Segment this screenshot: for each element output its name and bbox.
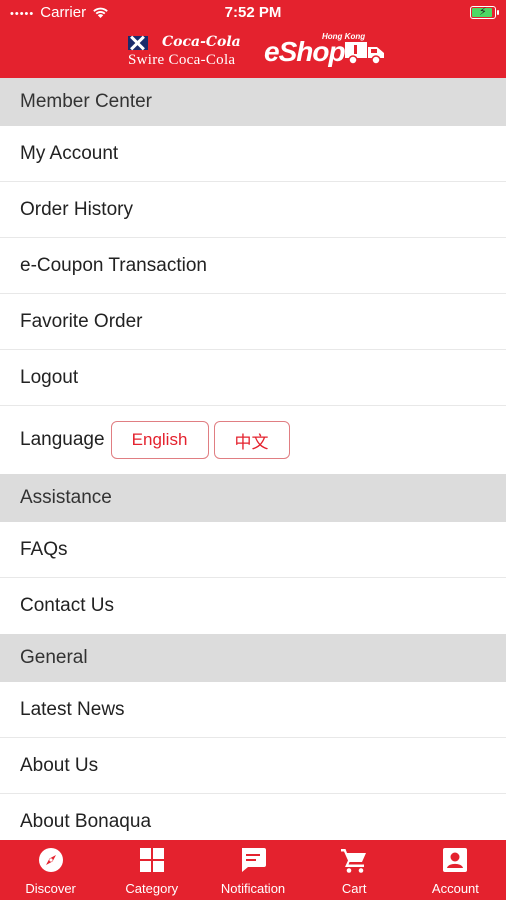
tab-label-category: Category [125,881,179,896]
status-bar: ••••• Carrier 7:52 PM ⚡ [0,0,506,26]
section-header-general: General [0,634,506,682]
language-english-button[interactable]: English [110,421,209,459]
compass-icon [38,848,63,872]
eshop-wordmark: eShop [264,36,346,67]
menu-list[interactable]: Member Center My Account Order History e… [0,78,506,840]
coca-cola-wordmark: Coca-Cola [162,34,241,50]
delivery-truck-icon [345,42,384,65]
language-chinese-button[interactable]: 中文 [213,421,290,459]
menu-item-favorite-order[interactable]: Favorite Order [0,294,506,350]
tab-label-notification: Notification [220,881,286,896]
menu-item-e-coupon-transaction[interactable]: e-Coupon Transaction [0,238,506,294]
section-header-assistance: Assistance [0,474,506,522]
tab-label-discover: Discover [25,881,76,896]
menu-item-latest-news[interactable]: Latest News [0,682,506,738]
language-row: Language English 中文 [0,406,506,474]
menu-item-about-us[interactable]: About Us [0,738,506,794]
battery-icon: ⚡ [470,6,499,19]
menu-item-about-bonaqua[interactable]: About Bonaqua [0,794,506,840]
menu-item-contact-us[interactable]: Contact Us [0,578,506,634]
status-time: 7:52 PM [224,4,282,21]
cart-icon [341,849,367,873]
app-header: ••••• Carrier 7:52 PM ⚡ Coca-Cola Swire … [0,0,506,78]
tab-cart[interactable]: Cart [304,840,405,900]
menu-item-faqs[interactable]: FAQs [0,522,506,578]
eshop-logo: Hong Kong eShop [264,32,388,72]
bottom-tab-bar: Discover Category Notification Cart Acco… [0,840,506,900]
charging-bolt-icon: ⚡ [479,6,487,18]
language-label: Language [20,429,105,450]
tab-category[interactable]: Category [101,840,202,900]
swire-flag-icon [128,36,148,50]
tab-label-cart: Cart [341,881,367,896]
tab-account[interactable]: Account [405,840,506,900]
swire-coca-cola-logo: Coca-Cola Swire Coca-Cola [128,34,250,70]
grid-icon [139,848,164,872]
menu-item-my-account[interactable]: My Account [0,126,506,182]
menu-item-order-history[interactable]: Order History [0,182,506,238]
tab-discover[interactable]: Discover [0,840,101,900]
menu-item-logout[interactable]: Logout [0,350,506,406]
logo-bar: Coca-Cola Swire Coca-Cola Hong Kong eSho… [0,28,506,74]
tab-label-account: Account [431,881,479,896]
section-header-member-center: Member Center [0,78,506,126]
tab-notification[interactable]: Notification [202,840,303,900]
account-icon [443,848,468,872]
swire-wordmark: Swire Coca-Cola [128,52,236,68]
chat-bubble-icon [242,848,266,872]
